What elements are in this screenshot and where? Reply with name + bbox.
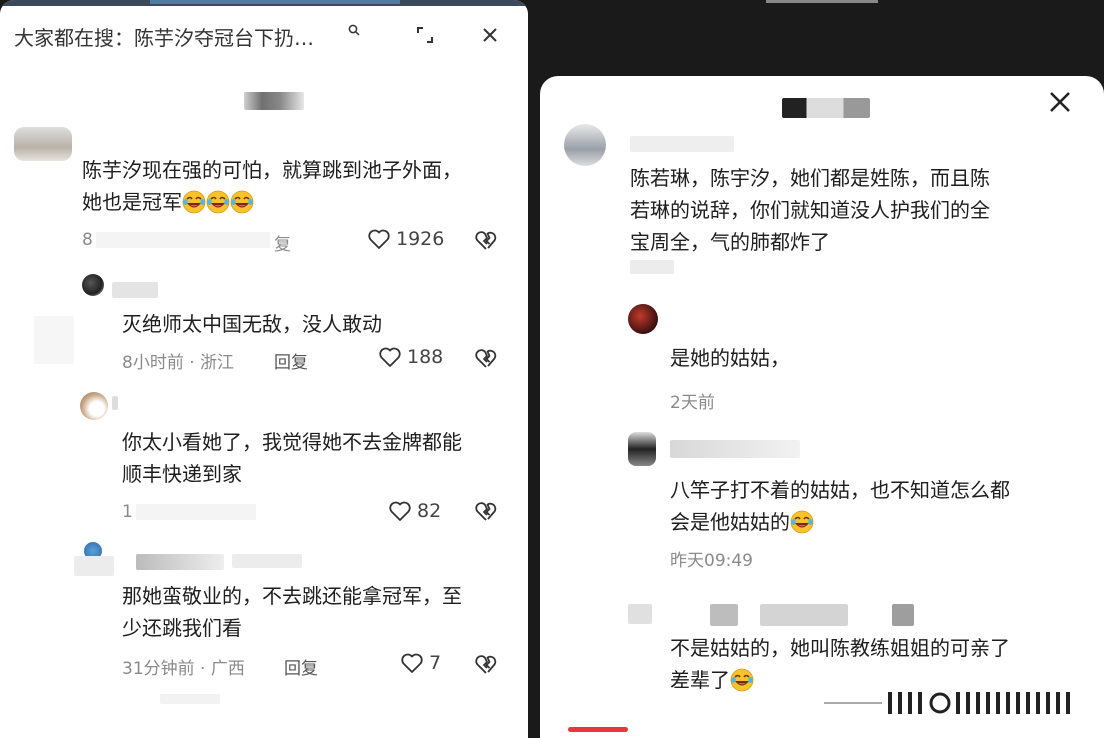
blurred-username (670, 440, 800, 458)
heart-icon (378, 346, 402, 368)
like-button[interactable]: 1926 (367, 228, 444, 250)
like-button[interactable]: 7 (400, 652, 441, 674)
blurred-avatar (628, 604, 652, 624)
blurred-username (630, 136, 734, 152)
close-icon[interactable] (480, 25, 500, 45)
laughing-crying-emoji-icon (730, 668, 754, 692)
reply-button[interactable]: 回复 (284, 654, 318, 679)
blurred-username (112, 282, 158, 298)
blurred-area (34, 316, 74, 364)
like-count: 1926 (396, 228, 445, 250)
search-icon[interactable] (348, 24, 360, 36)
comment-text: 陈若琳，陈宇汐，她们都是姓陈，而且陈 若琳的说辞，你们就知道没人护我们的全 宝周… (630, 166, 990, 254)
broken-heart-icon[interactable] (474, 653, 498, 675)
comment-meta: 8 (82, 230, 93, 250)
home-indicator (568, 727, 628, 732)
blurred-area (74, 556, 114, 576)
blurred-username (136, 554, 224, 570)
blurred-title (782, 98, 870, 118)
watermark-logo (824, 692, 1070, 714)
top-image-strip (0, 0, 528, 6)
left-comments-panel: 大家都在搜：陈芋汐夺冠台下扔… 陈芋汐现在强的可怕，就算跳到池子外面， 她也是冠… (0, 0, 528, 738)
avatar[interactable] (628, 432, 656, 466)
like-count: 188 (407, 346, 444, 368)
comment-text: 八竿子打不着的姑姑，也不知道怎么都 会是他姑姑的 (670, 478, 1010, 534)
comment-time: 2天前 (670, 393, 715, 413)
close-icon[interactable] (1048, 90, 1072, 114)
blurred-username (760, 604, 848, 626)
comment-text: 你太小看她了，我觉得她不去金牌都能 顺丰快递到家 (122, 430, 462, 486)
heart-icon (400, 652, 424, 674)
expand-icon[interactable] (416, 26, 434, 44)
blurred-title (244, 92, 304, 110)
blurred-meta (96, 232, 270, 248)
search-text[interactable]: 大家都在搜：陈芋汐夺冠台下扔… (14, 22, 314, 51)
avatar[interactable] (82, 274, 104, 296)
heart-icon (388, 500, 412, 522)
comment-text: 是她的姑姑， (670, 346, 790, 370)
comment-text: 陈芋汐现在强的可怕，就算跳到池子外面， 她也是冠军 (82, 158, 462, 214)
comment-text: 灭绝师太中国无敌，没人敢动 (122, 312, 382, 336)
laughing-crying-emoji-icon (790, 510, 814, 534)
blurred-username (892, 604, 914, 626)
laughing-crying-emoji-icon (206, 190, 230, 214)
blurred-meta (630, 260, 674, 274)
avatar[interactable] (80, 392, 108, 420)
heart-icon (367, 228, 391, 250)
like-count: 7 (429, 652, 442, 674)
comment-meta: 1 (122, 502, 133, 522)
comment-meta: 31分钟前 · 广西 (122, 659, 245, 679)
like-count: 82 (417, 500, 442, 522)
laughing-crying-emoji-icon (182, 190, 206, 214)
like-button[interactable]: 82 (388, 500, 441, 522)
comment-time: 昨天09:49 (670, 551, 753, 571)
blurred-username (710, 604, 738, 626)
search-bar[interactable]: 大家都在搜：陈芋汐夺冠台下扔… (0, 12, 528, 58)
right-comments-panel: 陈若琳，陈宇汐，她们都是姓陈，而且陈 若琳的说辞，你们就知道没人护我们的全 宝周… (540, 76, 1104, 738)
reply-button[interactable]: 复 (274, 230, 291, 255)
avatar[interactable] (564, 124, 606, 166)
broken-heart-icon[interactable] (474, 500, 498, 522)
top-line (766, 0, 878, 3)
laughing-crying-emoji-icon (230, 190, 254, 214)
blurred-username (232, 554, 302, 568)
comment-meta: 8小时前 · 浙江 (122, 353, 235, 373)
broken-heart-icon[interactable] (474, 347, 498, 369)
avatar[interactable] (628, 304, 658, 334)
comment-text: 不是姑姑的，她叫陈教练姐姐的可亲了 差辈了 (670, 636, 1010, 692)
reply-button[interactable]: 回复 (274, 348, 308, 373)
blurred-meta (136, 504, 256, 520)
avatar[interactable] (14, 127, 72, 161)
broken-heart-icon[interactable] (474, 229, 498, 251)
comment-text: 那她蛮敬业的，不去跳还能拿冠军，至 少还跳我们看 (122, 584, 462, 640)
like-button[interactable]: 188 (378, 346, 443, 368)
blurred-bottom (160, 694, 220, 704)
blurred-username (112, 396, 118, 410)
